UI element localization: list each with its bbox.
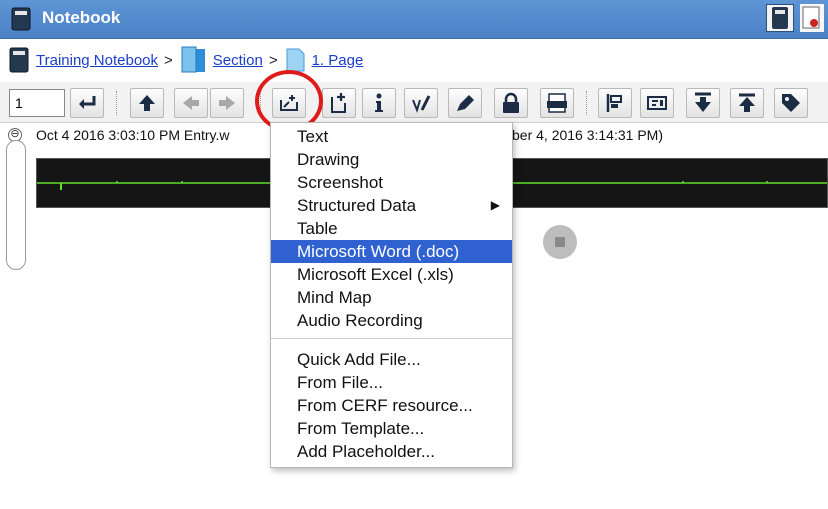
align-left-icon [606, 94, 622, 112]
breadcrumb-notebook-link[interactable]: Training Notebook [36, 52, 158, 69]
menu-item-from-file[interactable]: From File... [271, 371, 512, 394]
back-button[interactable] [174, 88, 208, 118]
notebook-icon [772, 7, 788, 29]
add-entry-menu: Text Drawing Screenshot Structured Data … [270, 122, 513, 468]
menu-item-table[interactable]: Table [271, 217, 512, 240]
entry-header: Oct 4 2016 3:03:10 PM Entry.w [36, 127, 230, 143]
sign-icon [412, 95, 431, 114]
entry-card-icon [647, 96, 667, 110]
notebook-icon [11, 7, 31, 31]
stop-recording-button[interactable] [543, 225, 577, 259]
menu-separator [271, 338, 512, 339]
entry-card-button[interactable] [640, 88, 674, 118]
menu-item-microsoft-excel[interactable]: Microsoft Excel (.xls) [271, 263, 512, 286]
toolbar-separator [586, 91, 587, 115]
vertical-scrollbar[interactable] [6, 140, 26, 270]
menu-item-screenshot[interactable]: Screenshot [271, 171, 512, 194]
forward-button[interactable] [210, 88, 244, 118]
export-pdf-button[interactable] [540, 88, 574, 118]
move-up-icon [739, 93, 755, 112]
title-bar: Notebook [0, 0, 828, 39]
arrow-left-icon [183, 96, 199, 110]
certificate-button[interactable] [800, 4, 824, 32]
window-title: Notebook [42, 8, 121, 27]
witness-button[interactable] [448, 88, 482, 118]
menu-item-label: Structured Data [297, 196, 417, 215]
align-left-button[interactable] [598, 88, 632, 118]
menu-item-microsoft-word[interactable]: Microsoft Word (.doc) [271, 240, 512, 263]
page-number-input[interactable] [9, 89, 65, 117]
section-icon [181, 46, 205, 73]
sign-button[interactable] [404, 88, 438, 118]
add-page-button[interactable] [322, 88, 356, 118]
tag-icon [782, 94, 800, 112]
menu-item-add-placeholder[interactable]: Add Placeholder... [271, 440, 512, 463]
info-button[interactable] [362, 88, 396, 118]
notebook-icon [9, 47, 29, 73]
add-page-icon [331, 93, 346, 113]
pen-icon [457, 95, 474, 111]
move-down-icon [695, 92, 711, 112]
breadcrumb: Training Notebook > Section > 1. Page [8, 43, 363, 77]
menu-item-text[interactable]: Text [271, 125, 512, 148]
menu-item-structured-data[interactable]: Structured Data ▶ [271, 194, 512, 217]
notebook-view-button[interactable] [766, 4, 794, 32]
go-to-page-button[interactable] [70, 88, 104, 118]
toolbar-separator [116, 91, 117, 115]
tag-button[interactable] [774, 88, 808, 118]
move-up-button[interactable] [730, 88, 764, 118]
menu-item-mind-map[interactable]: Mind Map [271, 286, 512, 309]
entry-header-date: ber 4, 2016 3:14:31 PM) [512, 127, 663, 143]
menu-item-from-template[interactable]: From Template... [271, 417, 512, 440]
toolbar [0, 82, 828, 123]
info-icon [375, 93, 383, 112]
arrow-up-icon [139, 95, 155, 111]
move-down-button[interactable] [686, 88, 720, 118]
menu-item-quick-add-file[interactable]: Quick Add File... [271, 348, 512, 371]
pdf-icon [547, 93, 567, 113]
lock-button[interactable] [494, 88, 528, 118]
breadcrumb-separator: > [268, 51, 278, 69]
menu-item-from-cerf-resource[interactable]: From CERF resource... [271, 394, 512, 417]
breadcrumb-page-link[interactable]: 1. Page [312, 52, 364, 69]
menu-item-audio-recording[interactable]: Audio Recording [271, 309, 512, 332]
submenu-arrow-icon: ▶ [490, 198, 500, 212]
lock-icon [503, 92, 519, 113]
arrow-right-icon [219, 96, 235, 110]
certificate-icon [802, 6, 820, 29]
menu-item-drawing[interactable]: Drawing [271, 148, 512, 171]
move-up-entry-button[interactable] [130, 88, 164, 118]
enter-icon [79, 96, 96, 109]
breadcrumb-section-link[interactable]: Section [213, 52, 263, 69]
breadcrumb-separator: > [164, 51, 173, 69]
